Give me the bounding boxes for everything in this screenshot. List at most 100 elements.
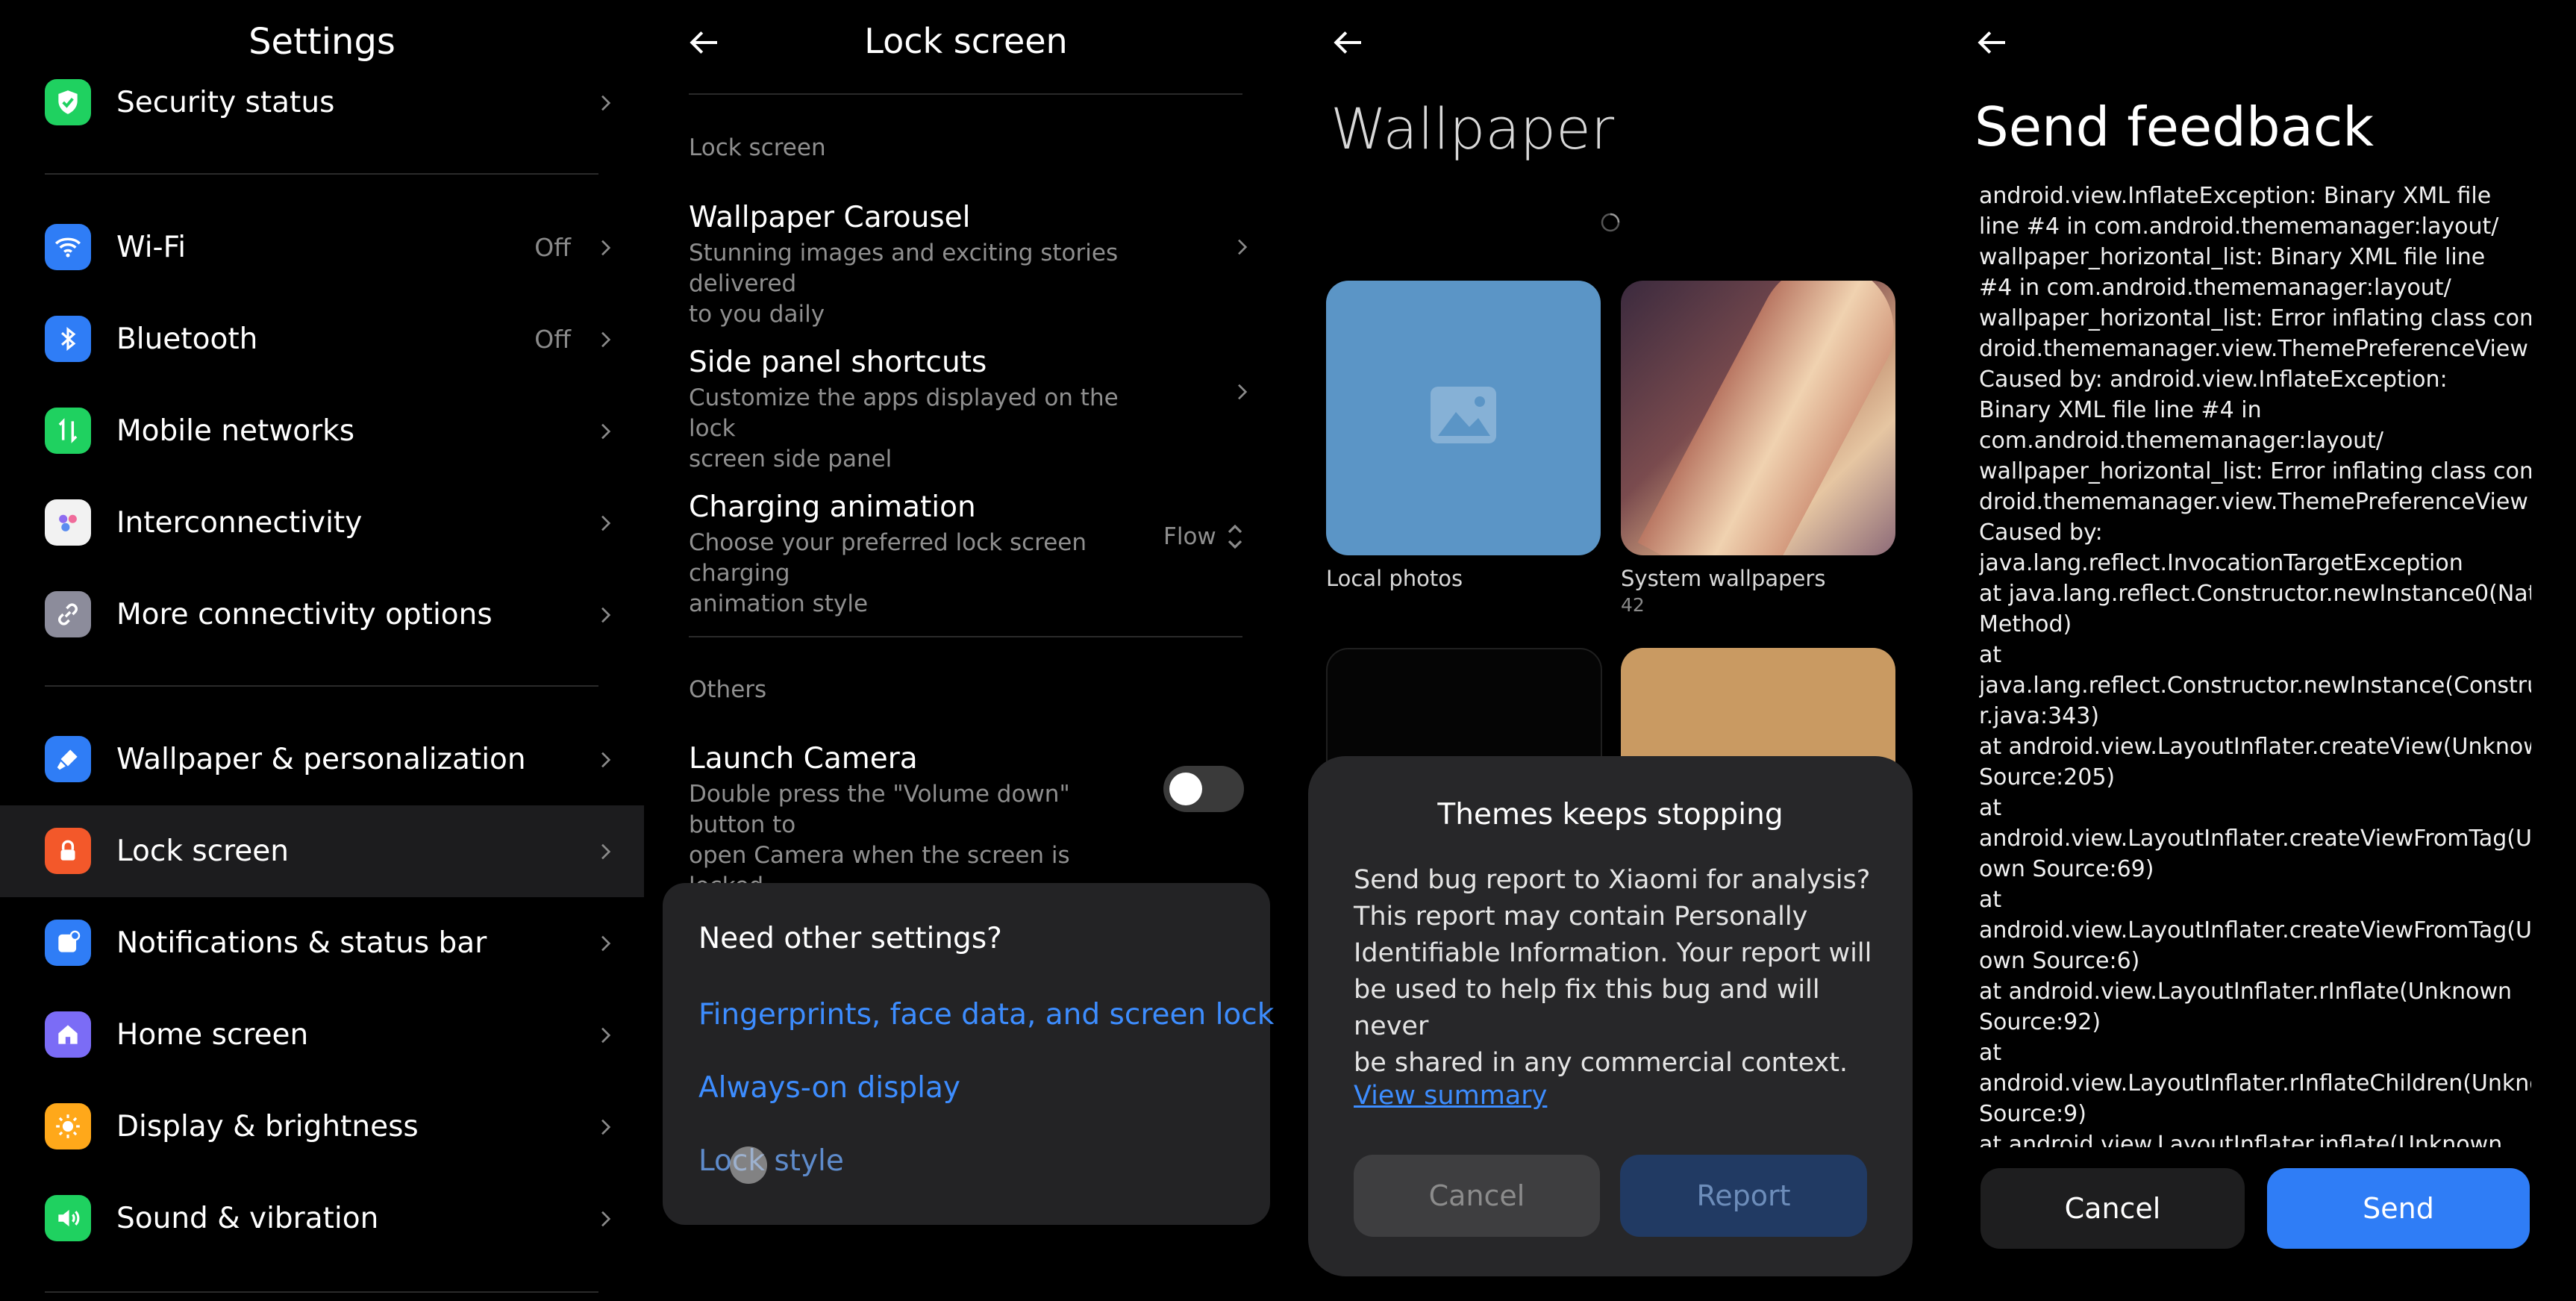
settings-item-more-connectivity[interactable]: More connectivity options [0,569,644,661]
settings-item-bluetooth[interactable]: Bluetooth Off [0,293,644,385]
log-line: java.lang.reflect.InvocationTargetExcept… [1979,550,2463,576]
launch-camera-toggle[interactable] [1163,766,1244,812]
settings-item-label: Interconnectivity [116,506,363,540]
log-line: r.java:343) [1979,703,2100,729]
system-wallpapers-tile[interactable] [1621,281,1895,555]
log-line: Caused by: android.view.InflateException… [1979,366,2448,393]
send-button[interactable]: Send [2267,1168,2530,1249]
always-on-display-link[interactable]: Always-on display [698,1071,960,1105]
mobile-data-icon [45,408,91,454]
cancel-button[interactable]: Cancel [1981,1168,2245,1249]
divider [45,173,598,175]
settings-item-label: Wallpaper & personalization [116,743,526,776]
loading-spinner-icon [1599,211,1622,234]
log-line: Binary XML file line #4 in [1979,397,2262,423]
local-photos-tile[interactable] [1326,281,1601,555]
lock-style-link[interactable]: Lock style [698,1144,844,1178]
back-arrow-icon[interactable] [1328,22,1368,63]
settings-item-wifi[interactable]: Wi-Fi Off [0,202,644,293]
report-button[interactable]: Report [1620,1155,1867,1237]
log-line: own Source:6) [1979,948,2140,974]
send-feedback-panel: Send feedback android.view.InflateExcept… [1932,0,2576,1301]
tile-label: Local photos [1326,566,1463,591]
wifi-icon [45,224,91,270]
settings-item-notifications[interactable]: Notifications & status bar [0,897,644,989]
log-line: at android.view.LayoutInflater.createVie… [1979,734,2531,760]
log-line: line #4 in com.android.thememanager:layo… [1979,213,2499,240]
wallpaper-panel: Wallpaper Local photos System wallpapers… [1288,0,1932,1301]
section-header: Others [689,676,767,703]
divider [689,636,1242,637]
chevron-right-icon [1230,380,1254,404]
settings-item-label: Home screen [116,1018,309,1052]
speaker-icon [45,1195,91,1241]
charging-animation-item[interactable]: Charging animation Choose your preferred… [644,480,1288,617]
settings-item-security-status[interactable]: Security status [0,57,644,149]
dialog-title: Themes keeps stopping [1437,798,1783,832]
expand-icon [1225,522,1245,552]
description-line: Stunning images and exciting stories del… [689,240,1119,297]
divider [45,685,598,687]
log-line: at [1979,642,2002,668]
log-line: at [1979,1040,2002,1066]
interconnectivity-icon [45,499,91,546]
need-other-settings-card: Need other settings? Fingerprints, face … [663,883,1274,1225]
chevron-right-icon [593,840,617,864]
dialog-body: Send bug report to Xiaomi for analysis? … [1354,862,1876,1082]
chevron-right-icon [593,748,617,772]
item-description: Customize the apps displayed on the lock… [689,383,1151,475]
log-line: wallpaper_horizontal_list: Error inflati… [1979,305,2531,331]
settings-item-home-screen[interactable]: Home screen [0,989,644,1081]
description-line: screen side panel [689,446,892,472]
view-summary-link[interactable]: View summary [1354,1081,1547,1111]
item-title: Wallpaper Carousel [689,201,971,234]
settings-item-interconnectivity[interactable]: Interconnectivity [0,477,644,569]
item-description: Stunning images and exciting stories del… [689,238,1151,330]
settings-item-mobile-networks[interactable]: Mobile networks [0,385,644,477]
settings-item-label: Security status [116,86,335,119]
chevron-right-icon [593,932,617,955]
log-line: #4 in com.android.thememanager:layout/ [1979,275,2451,301]
log-line: android.view.LayoutInflater.createViewFr… [1979,917,2531,943]
cancel-button[interactable]: Cancel [1354,1155,1600,1237]
log-line: at android.view.LayoutInflater.rInflate(… [1979,979,2513,1005]
link-icon [45,591,91,637]
description-line: to you daily [689,301,825,328]
description-line: animation style [689,590,869,617]
item-title: Charging animation [689,490,976,524]
settings-item-label: More connectivity options [116,598,493,631]
section-header: Lock screen [689,134,826,161]
image-placeholder-icon [1429,385,1498,445]
home-icon [45,1011,91,1058]
fingerprints-link[interactable]: Fingerprints, face data, and screen lock [698,998,1274,1032]
settings-item-sound[interactable]: Sound & vibration [0,1173,644,1264]
dialog-body-line: be used to help fix this bug and will ne… [1354,975,1820,1041]
toggle-knob [1169,773,1202,805]
wallpaper-count: 42 [1621,594,1645,616]
log-line: android.view.LayoutInflater.createViewFr… [1979,826,2531,852]
log-line: wallpaper_horizontal_list: Binary XML fi… [1979,244,2486,270]
chevron-right-icon [593,328,617,352]
card-title: Need other settings? [698,922,1002,955]
settings-item-label: Notifications & status bar [116,926,487,960]
settings-panel: Settings Security status Wi-Fi Off Bluet… [0,0,644,1301]
log-line: at [1979,887,2002,913]
chevron-right-icon [593,1023,617,1047]
side-panel-shortcuts-item[interactable]: Side panel shortcuts Customize the apps … [644,335,1288,472]
wallpaper-artwork [1637,281,1895,555]
settings-item-lock-screen[interactable]: Lock screen [0,805,644,897]
log-line: at java.lang.reflect.Constructor.newInst… [1979,581,2531,607]
chevron-right-icon [593,1115,617,1139]
settings-item-label: Bluetooth [116,322,258,356]
chevron-right-icon [593,603,617,627]
settings-item-wallpaper[interactable]: Wallpaper & personalization [0,714,644,805]
back-arrow-icon[interactable] [1972,22,2012,63]
touch-indicator [730,1146,767,1184]
brush-icon [45,736,91,782]
wallpaper-carousel-item[interactable]: Wallpaper Carousel Stunning images and e… [644,190,1288,328]
description-line: Customize the apps displayed on the lock [689,384,1119,442]
page-title: Wallpaper [1331,96,1615,162]
description-line: Double press the "Volume down" button to [689,781,1070,838]
settings-item-display[interactable]: Display & brightness [0,1081,644,1173]
chevron-right-icon [593,91,617,115]
